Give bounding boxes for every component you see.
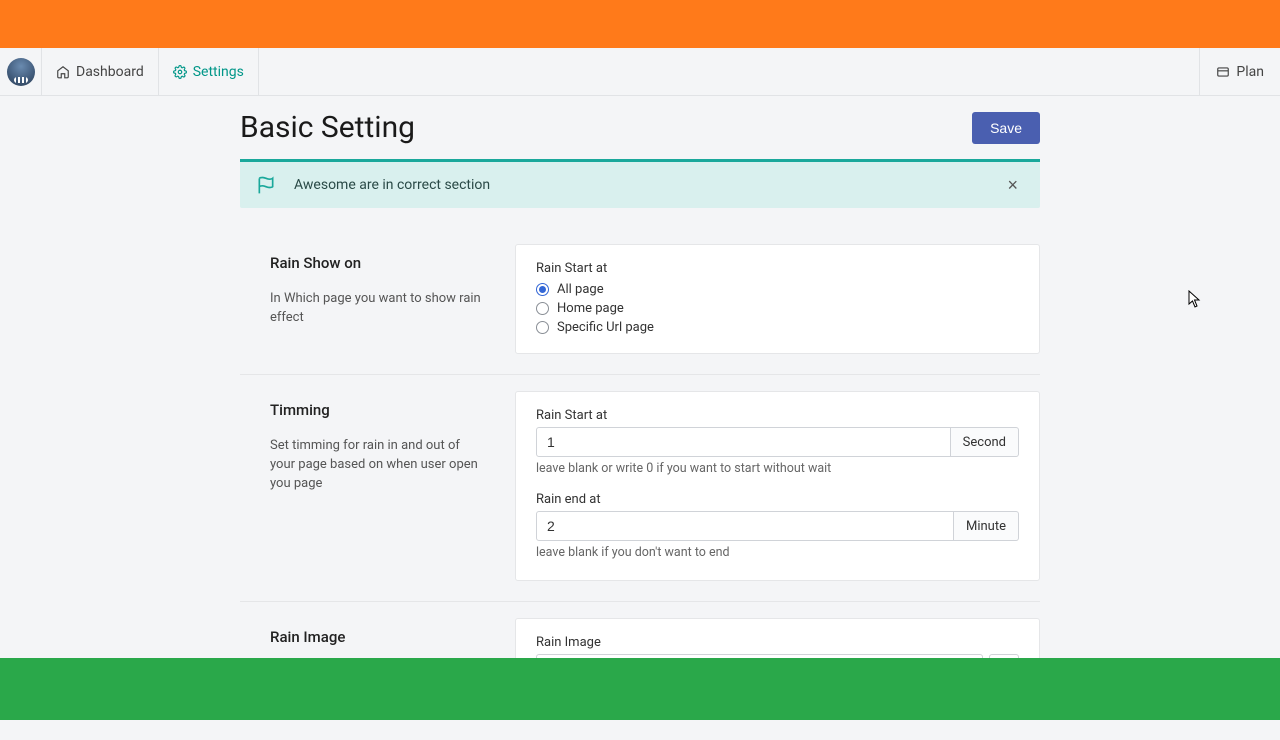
banner-close-button[interactable]: × xyxy=(1001,174,1024,196)
card-showon: Rain Start at All page Home page Specifi… xyxy=(515,244,1040,354)
section-desc-timing: Set timming for rain in and out of your … xyxy=(270,437,485,494)
radio-group-label: Rain Start at xyxy=(536,261,1019,276)
end-help: leave blank if you don't want to end xyxy=(536,545,1019,560)
section-title-showon: Rain Show on xyxy=(270,254,485,272)
rain-end-input[interactable] xyxy=(536,511,954,541)
top-brand-bar xyxy=(0,0,1280,48)
radio-specific-url-label: Specific Url page xyxy=(557,320,654,335)
app-logo[interactable] xyxy=(0,48,42,95)
nav-plan[interactable]: Plan xyxy=(1199,48,1280,95)
section-title-timing: Timming xyxy=(270,401,485,419)
image-label: Rain Image xyxy=(536,635,1019,650)
rain-logo-icon xyxy=(7,58,35,86)
page-title: Basic Setting xyxy=(240,110,415,145)
radio-home-page[interactable]: Home page xyxy=(536,299,1019,318)
page-header: Basic Setting Save xyxy=(240,110,1040,145)
radio-home-page-label: Home page xyxy=(557,301,624,316)
cursor-icon xyxy=(1188,290,1202,308)
nav-dashboard[interactable]: Dashboard xyxy=(42,48,159,95)
radio-specific-url[interactable]: Specific Url page xyxy=(536,318,1019,337)
rain-start-input[interactable] xyxy=(536,427,951,457)
start-help: leave blank or write 0 if you want to st… xyxy=(536,461,1019,476)
banner-text: Awesome are in correct section xyxy=(294,177,983,193)
success-banner: Awesome are in correct section × xyxy=(240,159,1040,208)
main-nav: Dashboard Settings Plan xyxy=(0,48,1280,96)
card-timing: Rain Start at Second leave blank or writ… xyxy=(515,391,1040,581)
home-icon xyxy=(56,65,70,79)
radio-all-page-label: All page xyxy=(557,282,604,297)
end-label: Rain end at xyxy=(536,492,1019,507)
page-content: Basic Setting Save Awesome are in correc… xyxy=(240,96,1040,740)
nav-settings[interactable]: Settings xyxy=(159,48,259,95)
close-icon: × xyxy=(1007,175,1018,195)
flag-icon xyxy=(256,175,276,195)
save-button[interactable]: Save xyxy=(972,112,1040,144)
section-rain-show-on: Rain Show on In Which page you want to s… xyxy=(240,228,1040,375)
radio-icon xyxy=(536,283,549,296)
section-title-image: Rain Image xyxy=(270,628,485,646)
radio-icon xyxy=(536,321,549,334)
start-label: Rain Start at xyxy=(536,408,1019,423)
section-desc-showon: In Which page you want to show rain effe… xyxy=(270,290,485,328)
start-unit: Second xyxy=(951,427,1019,457)
nav-dashboard-label: Dashboard xyxy=(76,64,144,80)
card-icon xyxy=(1216,65,1230,79)
radio-icon xyxy=(536,302,549,315)
end-unit: Minute xyxy=(954,511,1019,541)
bottom-bar xyxy=(0,658,1280,720)
nav-plan-label: Plan xyxy=(1236,64,1264,80)
radio-all-page[interactable]: All page xyxy=(536,280,1019,299)
nav-settings-label: Settings xyxy=(193,64,244,80)
section-timing: Timming Set timming for rain in and out … xyxy=(240,375,1040,602)
gear-icon xyxy=(173,65,187,79)
